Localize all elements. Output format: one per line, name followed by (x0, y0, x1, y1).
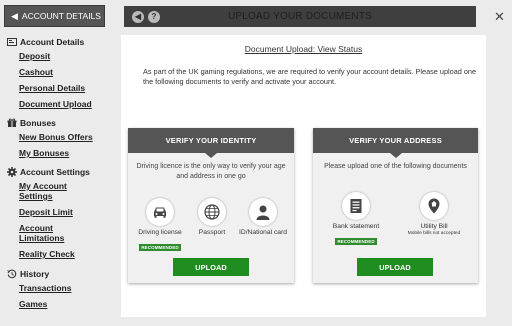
option-label: Utility Bill (420, 223, 448, 230)
sidebar-item-deposit-limit[interactable]: Deposit Limit (19, 207, 90, 217)
location-pin-icon (420, 192, 448, 220)
option-utility-bill[interactable]: Utility Bill Mobile bills not accepted (405, 192, 463, 236)
account-details-button[interactable]: ◀ ACCOUNT DETAILS (4, 5, 105, 27)
account-details-label: ACCOUNT DETAILS (21, 11, 101, 21)
card-header: VERIFY YOUR IDENTITY (128, 128, 294, 153)
section-header: History (6, 268, 71, 280)
sidebar-item-personal-details[interactable]: Personal Details (19, 83, 92, 93)
section-header: Account Settings (6, 166, 90, 178)
upload-identity-button[interactable]: UPLOAD (173, 258, 249, 276)
option-driving-license[interactable]: Driving license RECOMMENDED (138, 198, 182, 254)
option-label: Bank statement (332, 223, 380, 230)
sidebar-item-my-bonuses[interactable]: My Bonuses (19, 148, 93, 158)
bank-statement-icon (342, 192, 370, 220)
sidebar-item-cashout[interactable]: Cashout (19, 67, 92, 77)
section-account-settings: Account Settings My Account Settings Dep… (6, 166, 90, 259)
page-title: UPLOAD YOUR DOCUMENTS (227, 11, 373, 22)
section-bonuses: Bonuses New Bonus Offers My Bonuses (6, 117, 93, 158)
verify-address-card: VERIFY YOUR ADDRESS Please upload one of… (313, 128, 478, 283)
gear-icon (6, 167, 17, 178)
card-description: Please upload one of the following docum… (324, 163, 467, 170)
sidebar-item-account-limitations[interactable]: Account Limitations (19, 223, 89, 243)
option-id-card[interactable]: ID/National card (236, 198, 290, 236)
section-title: History (20, 269, 50, 279)
section-history: History Transactions Games (6, 268, 71, 309)
id-card-icon (6, 37, 17, 48)
upload-address-button[interactable]: UPLOAD (357, 258, 433, 276)
sidebar-item-games[interactable]: Games (19, 299, 71, 309)
globe-icon (198, 198, 226, 226)
card-header: VERIFY YOUR ADDRESS (313, 128, 478, 153)
sidebar-item-new-bonus-offers[interactable]: New Bonus Offers (19, 132, 93, 142)
header-notch (389, 153, 402, 158)
section-title: Account Details (20, 37, 85, 47)
sidebar-item-transactions[interactable]: Transactions (19, 283, 71, 293)
sidebar-item-reality-check[interactable]: Reality Check (19, 249, 90, 259)
verify-identity-card: VERIFY YOUR IDENTITY Driving licence is … (128, 128, 294, 283)
section-header: Bonuses (6, 117, 93, 129)
intro-text: As part of the UK gaming regulations, we… (143, 67, 477, 86)
sidebar-item-document-upload[interactable]: Document Upload (19, 99, 92, 109)
section-account-details: Account Details Deposit Cashout Personal… (6, 36, 92, 109)
gift-icon (6, 118, 17, 129)
sidebar: ◀ ACCOUNT DETAILS Account Details Deposi… (0, 0, 118, 326)
top-bar: ◀ ? UPLOAD YOUR DOCUMENTS (124, 6, 476, 27)
option-bank-statement[interactable]: Bank statement RECOMMENDED (329, 192, 383, 248)
history-icon (6, 269, 17, 280)
section-title: Account Settings (20, 167, 90, 177)
close-icon[interactable]: ✕ (494, 9, 505, 25)
option-passport[interactable]: Passport (194, 198, 230, 236)
car-icon (146, 198, 174, 226)
section-title: Bonuses (20, 118, 56, 128)
person-icon (249, 198, 277, 226)
option-note: Mobile bills not accepted (407, 231, 461, 236)
section-header: Account Details (6, 36, 92, 48)
header-notch (205, 153, 217, 158)
main-panel: Document Upload: View Status As part of … (121, 35, 486, 317)
recommended-badge: RECOMMENDED (139, 244, 181, 251)
sidebar-item-my-account-settings[interactable]: My Account Settings (19, 181, 89, 201)
sidebar-item-deposit[interactable]: Deposit (19, 51, 92, 61)
option-label: Passport (198, 229, 226, 236)
chevron-left-icon: ◀ (11, 10, 18, 21)
option-label: ID/National card (239, 229, 287, 236)
recommended-badge: RECOMMENDED (335, 238, 377, 245)
card-description: Driving licence is the only way to verif… (136, 163, 286, 180)
view-status-link[interactable]: Document Upload: View Status (121, 44, 486, 54)
option-label: Driving license (138, 229, 182, 236)
